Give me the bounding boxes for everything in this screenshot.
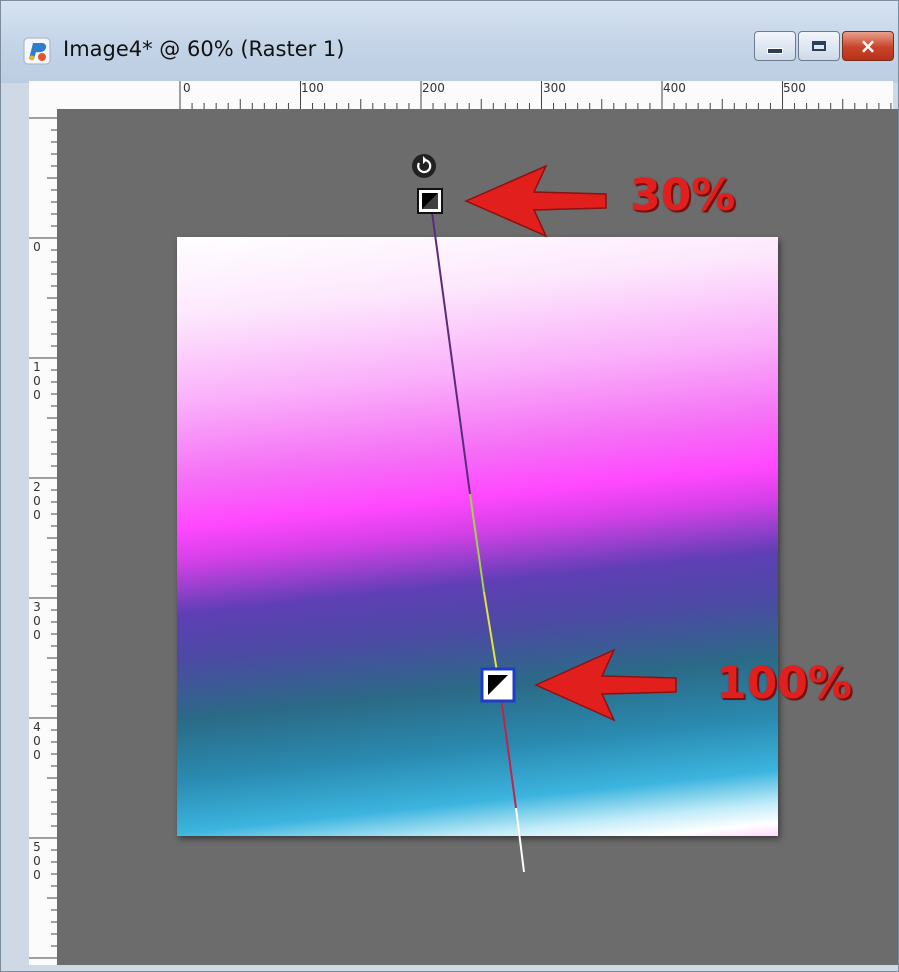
window-controls: × xyxy=(754,31,894,61)
gradient-start-handle-icon[interactable] xyxy=(417,188,443,214)
ruler-v-label: 5 xyxy=(33,840,41,854)
ruler-h-label: 300 xyxy=(543,81,566,95)
ruler-corner xyxy=(29,81,179,109)
maximize-icon xyxy=(812,41,826,51)
annotation-label-bottom: 100% xyxy=(716,658,852,709)
ruler-v-label: 0 xyxy=(33,628,41,642)
image-canvas[interactable] xyxy=(177,237,778,836)
paintshop-pro-icon xyxy=(23,37,51,65)
rotate-icon[interactable] xyxy=(412,154,436,178)
ruler-v-label: 0 xyxy=(33,508,41,522)
horizontal-ruler[interactable]: 0 100 200 300 400 500 xyxy=(179,81,893,109)
ruler-v-label: 0 xyxy=(33,868,41,882)
ruler-v-label: 0 xyxy=(33,494,41,508)
title-bar[interactable]: Image4* @ 60% (Raster 1) × xyxy=(1,1,898,83)
gradient-end-handle-icon[interactable] xyxy=(480,667,516,703)
ruler-v-label: 0 xyxy=(33,614,41,628)
vertical-ruler-ticks xyxy=(29,117,57,959)
ruler-h-label: 200 xyxy=(422,81,445,95)
ruler-v-label: 0 xyxy=(33,854,41,868)
ruler-v-label: 0 xyxy=(33,734,41,748)
ruler-v-label: 1 xyxy=(33,360,41,374)
vertical-ruler[interactable]: 0100200300400500 xyxy=(29,109,57,965)
ruler-v-label: 0 xyxy=(33,374,41,388)
ruler-v-label: 0 xyxy=(33,748,41,762)
ruler-v-label: 0 xyxy=(33,388,41,402)
ruler-h-label: 400 xyxy=(663,81,686,95)
minimize-button[interactable] xyxy=(754,31,796,61)
ruler-v-label: 2 xyxy=(33,480,41,494)
minimize-icon xyxy=(767,48,783,54)
close-icon: × xyxy=(859,34,877,58)
close-button[interactable]: × xyxy=(842,31,894,61)
ruler-h-label: 0 xyxy=(183,81,191,95)
window-title: Image4* @ 60% (Raster 1) xyxy=(63,37,345,61)
ruler-v-label: 4 xyxy=(33,720,41,734)
ruler-h-label: 100 xyxy=(301,81,324,95)
ruler-v-label: 0 xyxy=(33,240,41,254)
ruler-h-label: 500 xyxy=(783,81,806,95)
annotation-label-top: 30% xyxy=(630,170,736,221)
maximize-button[interactable] xyxy=(798,31,840,61)
ruler-v-label: 3 xyxy=(33,600,41,614)
